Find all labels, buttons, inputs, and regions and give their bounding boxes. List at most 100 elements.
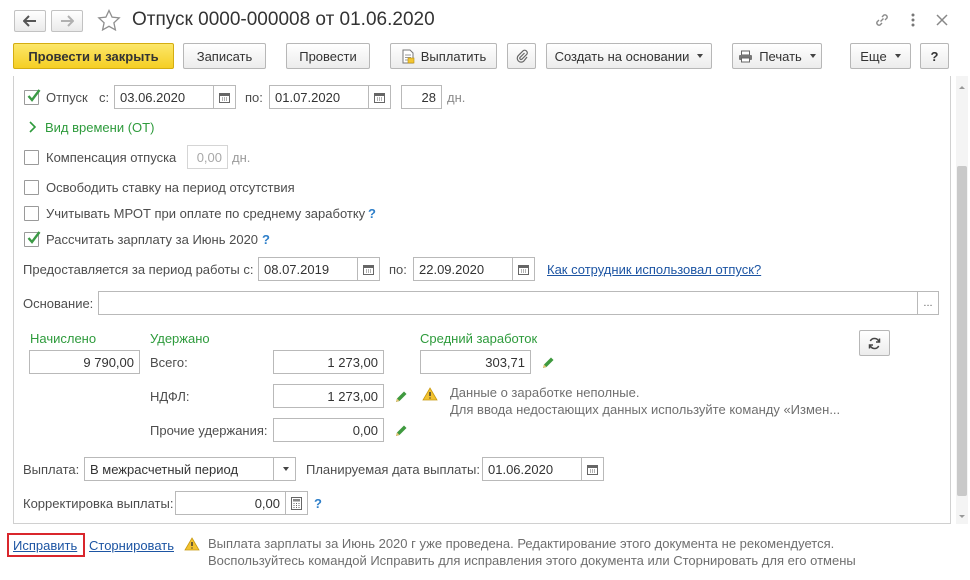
average-warning-line1: Данные о заработке неполные. <box>450 385 640 400</box>
pay-button[interactable]: Выплатить <box>390 43 497 69</box>
refresh-button[interactable] <box>859 330 890 356</box>
period-from-field[interactable]: 08.07.2019 <box>258 257 358 281</box>
chevron-right-icon[interactable] <box>27 120 37 137</box>
fix-link[interactable]: Исправить <box>13 538 77 553</box>
save-button[interactable]: Записать <box>183 43 266 69</box>
calendar-button[interactable] <box>582 457 604 481</box>
create-based-on-button[interactable]: Создать на основании <box>546 43 712 69</box>
payout-dropdown-button[interactable] <box>274 457 296 481</box>
vacation-label: Отпуск <box>46 90 88 105</box>
post-and-close-button[interactable]: Провести и закрыть <box>13 43 174 69</box>
time-type-link[interactable]: Вид времени (ОТ) <box>45 120 154 135</box>
warning-icon <box>422 387 438 404</box>
checkmark-icon <box>27 231 41 244</box>
vacation-from-field[interactable]: 03.06.2020 <box>114 85 214 109</box>
pencil-icon[interactable] <box>394 424 408 441</box>
scroll-up-icon[interactable] <box>957 80 967 90</box>
correction-label: Корректировка выплаты: <box>23 496 174 511</box>
refresh-icon <box>868 337 881 349</box>
compensation-label: Компенсация отпуска <box>46 150 177 165</box>
ndfl-field[interactable]: 1 273,00 <box>273 384 384 408</box>
help-button[interactable]: ? <box>920 43 949 69</box>
arrow-right-icon <box>61 15 74 27</box>
post-button[interactable]: Провести <box>286 43 370 69</box>
print-button[interactable]: Печать <box>732 43 822 69</box>
vacation-checkbox[interactable] <box>24 89 41 105</box>
vacation-days-unit: дн. <box>447 90 466 105</box>
vacation-to-field[interactable]: 01.07.2020 <box>269 85 369 109</box>
create-based-on-label: Создать на основании <box>554 48 690 64</box>
arrow-left-icon <box>23 15 36 27</box>
link-icon[interactable] <box>874 12 890 31</box>
withheld-total-label: Всего: <box>150 355 188 370</box>
more-label: Еще <box>860 48 887 64</box>
average-field[interactable]: 303,71 <box>420 350 531 374</box>
vacation-usage-link[interactable]: Как сотрудник использовал отпуск? <box>547 262 761 277</box>
withheld-total-field[interactable]: 1 273,00 <box>273 350 384 374</box>
calendar-button[interactable] <box>369 85 391 109</box>
release-rate-label: Освободить ставку на период отсутствия <box>46 180 295 195</box>
other-withholdings-field[interactable]: 0,00 <box>273 418 384 442</box>
period-to-field[interactable]: 22.09.2020 <box>413 257 513 281</box>
correction-field[interactable]: 0,00 <box>175 491 286 515</box>
basis-field[interactable] <box>98 291 918 315</box>
printer-icon <box>739 50 753 62</box>
calendar-icon <box>374 92 385 103</box>
scrollbar-thumb[interactable] <box>957 166 967 496</box>
calculator-button[interactable] <box>286 491 308 515</box>
mrot-checkbox[interactable] <box>24 206 39 221</box>
back-button[interactable] <box>14 10 46 32</box>
payout-label: Выплата: <box>23 462 80 477</box>
planned-date-field[interactable]: 01.06.2020 <box>482 457 582 481</box>
calendar-button[interactable] <box>358 257 380 281</box>
more-vertical-icon[interactable] <box>910 12 916 31</box>
accrued-field[interactable]: 9 790,00 <box>29 350 140 374</box>
checkmark-icon <box>27 89 41 102</box>
attachment-button[interactable] <box>507 43 536 69</box>
star-icon[interactable] <box>97 8 121 34</box>
print-label: Печать <box>759 48 802 64</box>
other-withholdings-label: Прочие удержания: <box>150 423 268 438</box>
help-icon[interactable]: ? <box>314 496 322 511</box>
calendar-icon <box>363 264 374 275</box>
help-icon[interactable]: ? <box>368 206 376 221</box>
vacation-to-label: по: <box>245 90 263 105</box>
withheld-header: Удержано <box>150 331 210 346</box>
footer-warning-line2: Воспользуйтесь командой Исправить для ис… <box>208 553 856 568</box>
payout-select[interactable]: В межрасчетный период <box>84 457 274 481</box>
release-rate-checkbox[interactable] <box>24 180 39 195</box>
chevron-down-icon <box>697 54 704 58</box>
help-icon[interactable]: ? <box>262 232 270 247</box>
calc-salary-label: Рассчитать зарплату за Июнь 2020 <box>46 232 259 247</box>
calculator-icon <box>291 496 302 510</box>
accrued-header: Начислено <box>30 331 97 346</box>
average-header: Средний заработок <box>420 331 538 346</box>
forward-button[interactable] <box>51 10 83 32</box>
close-icon[interactable] <box>936 14 948 29</box>
calendar-icon <box>219 92 230 103</box>
vacation-days-field[interactable]: 28 <box>401 85 442 109</box>
calendar-icon <box>518 264 529 275</box>
calc-salary-checkbox[interactable] <box>24 231 41 247</box>
ndfl-label: НДФЛ: <box>150 389 190 404</box>
warning-icon <box>184 537 200 554</box>
pencil-icon[interactable] <box>394 390 408 407</box>
compensation-checkbox[interactable] <box>24 150 39 165</box>
compensation-unit: дн. <box>232 150 251 165</box>
page-title: Отпуск 0000-000008 от 01.06.2020 <box>132 9 435 30</box>
basis-select-button[interactable]: ... <box>917 291 939 315</box>
chevron-down-icon <box>809 54 816 58</box>
paperclip-icon <box>516 49 528 63</box>
basis-label: Основание: <box>23 296 94 311</box>
calendar-button[interactable] <box>513 257 535 281</box>
scroll-down-icon[interactable] <box>957 510 967 520</box>
chevron-down-icon <box>894 54 901 58</box>
reverse-link[interactable]: Сторнировать <box>89 538 174 553</box>
compensation-days-field[interactable]: 0,00 <box>187 145 228 169</box>
calendar-icon <box>587 464 598 475</box>
mrot-label: Учитывать МРОТ при оплате по среднему за… <box>46 206 366 221</box>
more-button[interactable]: Еще <box>850 43 911 69</box>
vacation-from-label: с: <box>99 90 110 105</box>
calendar-button[interactable] <box>214 85 236 109</box>
pencil-icon[interactable] <box>541 356 555 373</box>
